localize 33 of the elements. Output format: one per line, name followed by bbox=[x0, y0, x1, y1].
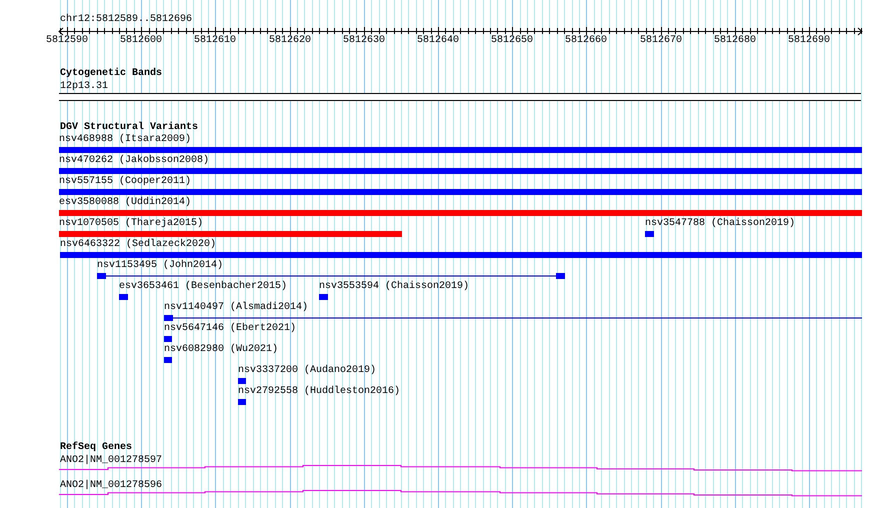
gene-label: ANO2|NM_001278596 bbox=[60, 480, 162, 491]
ruler-label: 5812670 bbox=[640, 35, 682, 46]
ruler-label: 5812660 bbox=[565, 35, 608, 46]
ruler-label: 5812630 bbox=[343, 35, 386, 46]
variant-label: nsv3553594 (Chaisson2019) bbox=[319, 281, 470, 292]
track-title: RefSeq Genes bbox=[60, 442, 132, 453]
variant-label: esv3653461 (Besenbacher2015) bbox=[119, 281, 288, 292]
variant-label: nsv6463322 (Sedlazeck2020) bbox=[60, 239, 216, 250]
ruler-label: 5812690 bbox=[788, 35, 830, 46]
variant-label: nsv1140497 (Alsmadi2014) bbox=[164, 302, 308, 313]
variant-label: nsv468988 (Itsara2009) bbox=[59, 134, 192, 145]
variant-label: nsv3337200 (Audano2019) bbox=[238, 365, 376, 376]
ruler-label: 5812590 bbox=[46, 35, 88, 46]
ruler-label: 5812610 bbox=[194, 35, 236, 46]
variant-label: nsv5647146 (Ebert2021) bbox=[164, 323, 296, 334]
variant-label: nsv6082980 (Wu2021) bbox=[164, 344, 278, 355]
variant-label: nsv557155 (Cooper2011) bbox=[59, 176, 192, 187]
track-title: Cytogenetic Bands bbox=[60, 68, 162, 79]
variant-label: nsv1153495 (John2014) bbox=[97, 260, 224, 271]
variant-label: nsv1070505 (Thareja2015) bbox=[59, 218, 204, 229]
variant-label: nsv3547788 (Chaisson2019) bbox=[645, 218, 796, 229]
gene-label: ANO2|NM_001278597 bbox=[60, 455, 162, 466]
ruler-label: 5812620 bbox=[269, 35, 312, 46]
ruler-label: 5812600 bbox=[120, 35, 162, 46]
variant-label: nsv2792558 (Huddleston2016) bbox=[238, 386, 400, 397]
variant-label: nsv470262 (Jakobsson2008) bbox=[59, 155, 210, 166]
ruler-label: 5812640 bbox=[417, 35, 460, 46]
ruler-label: 5812650 bbox=[491, 35, 534, 46]
ruler-label: 5812680 bbox=[714, 35, 756, 46]
band-label: 12p13.31 bbox=[60, 81, 108, 92]
location-label: chr12:5812589..5812696 bbox=[60, 14, 192, 25]
variant-label: esv3580088 (Uddin2014) bbox=[59, 197, 192, 208]
track-title: DGV Structural Variants bbox=[60, 122, 198, 133]
